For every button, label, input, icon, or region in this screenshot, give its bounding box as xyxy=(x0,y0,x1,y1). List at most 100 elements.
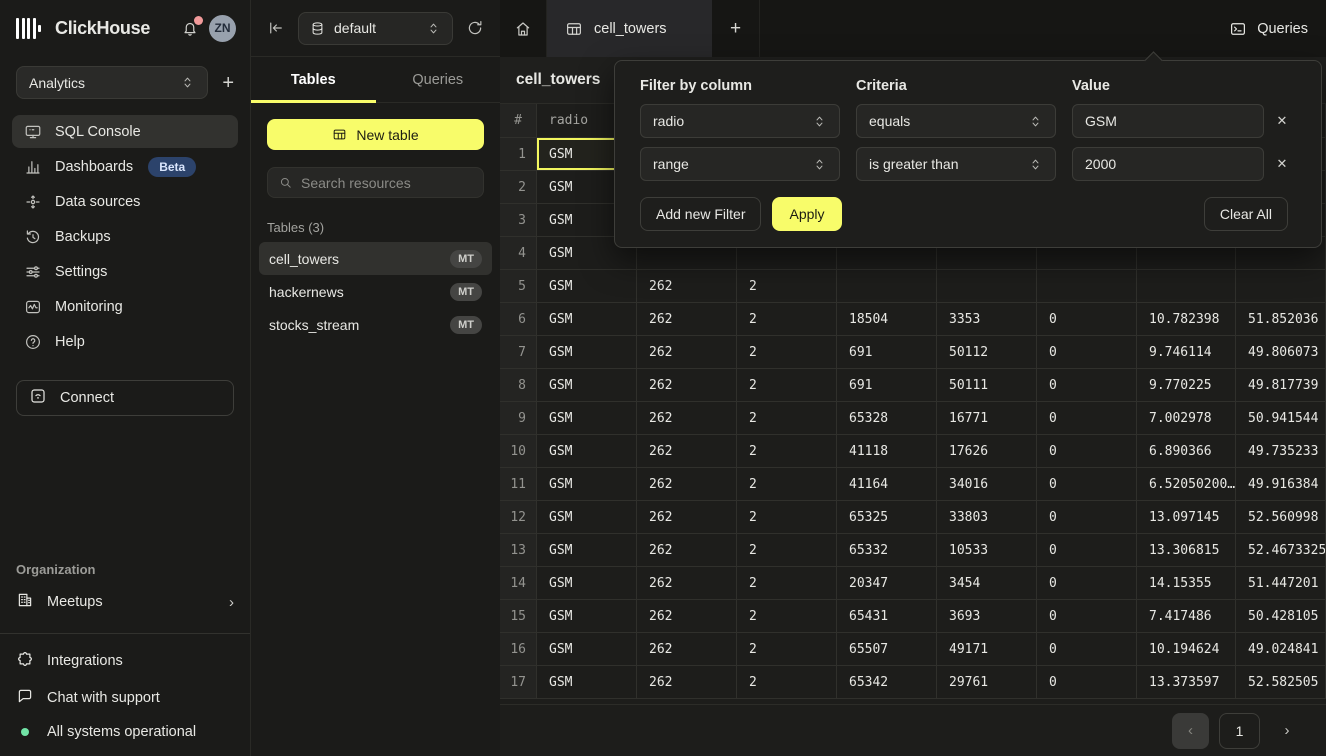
table-cell[interactable]: GSM xyxy=(537,270,637,303)
sidebar-item-chat-support[interactable]: Chat with support xyxy=(16,687,234,709)
table-cell[interactable]: 52.4673325 xyxy=(1236,534,1326,567)
table-cell[interactable]: 65342 xyxy=(837,666,937,699)
table-cell[interactable]: 262 xyxy=(637,666,737,699)
add-workspace-button[interactable]: + xyxy=(222,73,234,93)
table-cell[interactable]: 14.15355 xyxy=(1137,567,1236,600)
table-cell[interactable]: 13.097145 xyxy=(1137,501,1236,534)
table-cell[interactable]: 49.817739 xyxy=(1236,369,1326,402)
table-cell[interactable]: GSM xyxy=(537,336,637,369)
table-cell[interactable]: 2 xyxy=(737,600,837,633)
table-item-hackernews[interactable]: hackernews MT xyxy=(259,275,492,308)
table-cell[interactable]: 3454 xyxy=(937,567,1037,600)
remove-filter-icon[interactable]: ✕ xyxy=(1267,113,1297,129)
table-cell[interactable]: 2 xyxy=(737,336,837,369)
table-cell[interactable]: 29761 xyxy=(937,666,1037,699)
table-cell[interactable]: 50.428105 xyxy=(1236,600,1326,633)
table-cell[interactable]: 7.417486 xyxy=(1137,600,1236,633)
table-cell[interactable] xyxy=(1037,270,1137,303)
table-cell[interactable]: 33803 xyxy=(937,501,1037,534)
table-cell[interactable]: 2 xyxy=(737,567,837,600)
table-cell[interactable]: GSM xyxy=(537,435,637,468)
notifications-bell-icon[interactable] xyxy=(181,19,199,37)
table-cell[interactable]: 65332 xyxy=(837,534,937,567)
system-status[interactable]: All systems operational xyxy=(16,724,234,740)
sidebar-item-data-sources[interactable]: Data sources xyxy=(12,185,238,218)
table-cell[interactable]: 2 xyxy=(737,402,837,435)
table-cell[interactable]: 262 xyxy=(637,534,737,567)
table-cell[interactable]: GSM xyxy=(537,600,637,633)
table-cell[interactable]: 7.002978 xyxy=(1137,402,1236,435)
next-page-button[interactable]: › xyxy=(1270,722,1304,739)
apply-filter-button[interactable]: Apply xyxy=(772,197,841,231)
filter-criteria-select[interactable]: is greater than xyxy=(856,147,1056,181)
sidebar-item-sql-console[interactable]: SQL Console xyxy=(12,115,238,148)
table-cell[interactable]: 0 xyxy=(1037,567,1137,600)
refresh-tables-icon[interactable] xyxy=(466,19,484,37)
table-cell[interactable]: 0 xyxy=(1037,534,1137,567)
filter-column-select[interactable]: radio xyxy=(640,104,840,138)
table-cell[interactable]: 10.194624 xyxy=(1137,633,1236,666)
table-cell[interactable]: 262 xyxy=(637,303,737,336)
clear-all-filters-button[interactable]: Clear All xyxy=(1204,197,1288,231)
table-cell[interactable]: 41164 xyxy=(837,468,937,501)
table-cell[interactable]: 691 xyxy=(837,336,937,369)
table-cell[interactable]: 0 xyxy=(1037,633,1137,666)
table-cell[interactable]: GSM xyxy=(537,633,637,666)
table-cell[interactable] xyxy=(1236,270,1326,303)
table-cell[interactable]: 17626 xyxy=(937,435,1037,468)
filter-value-input[interactable] xyxy=(1072,104,1264,138)
table-cell[interactable]: 2 xyxy=(737,534,837,567)
table-cell[interactable]: 6.52050200… xyxy=(1137,468,1236,501)
search-input[interactable] xyxy=(301,175,473,191)
table-item-stocks-stream[interactable]: stocks_stream MT xyxy=(259,308,492,341)
table-cell[interactable]: 9.770225 xyxy=(1137,369,1236,402)
table-cell[interactable]: 52.560998 xyxy=(1236,501,1326,534)
remove-filter-icon[interactable]: ✕ xyxy=(1267,156,1297,172)
table-cell[interactable]: 0 xyxy=(1037,435,1137,468)
table-cell[interactable]: 262 xyxy=(637,468,737,501)
table-cell[interactable]: 262 xyxy=(637,567,737,600)
table-cell[interactable]: 0 xyxy=(1037,468,1137,501)
add-new-filter-button[interactable]: Add new Filter xyxy=(640,197,761,231)
table-cell[interactable]: 262 xyxy=(637,369,737,402)
table-cell[interactable]: 2 xyxy=(737,501,837,534)
table-cell[interactable]: 10.782398 xyxy=(1137,303,1236,336)
table-cell[interactable] xyxy=(937,270,1037,303)
table-cell[interactable]: 16771 xyxy=(937,402,1037,435)
table-cell[interactable]: 65507 xyxy=(837,633,937,666)
table-cell[interactable]: 20347 xyxy=(837,567,937,600)
new-table-button[interactable]: New table xyxy=(267,119,484,150)
table-cell[interactable]: 49.916384 xyxy=(1236,468,1326,501)
search-resources[interactable] xyxy=(267,167,484,198)
sidebar-item-meetups[interactable]: Meetups › xyxy=(16,585,234,619)
sidebar-item-monitoring[interactable]: Monitoring xyxy=(12,290,238,323)
table-cell[interactable]: 34016 xyxy=(937,468,1037,501)
table-cell[interactable]: GSM xyxy=(537,468,637,501)
table-cell[interactable]: 0 xyxy=(1037,666,1137,699)
collapse-sidebar-icon[interactable] xyxy=(267,19,285,37)
queries-button[interactable]: Queries xyxy=(1211,0,1326,57)
table-cell[interactable]: GSM xyxy=(537,501,637,534)
table-cell[interactable]: 65328 xyxy=(837,402,937,435)
open-tab-cell-towers[interactable]: cell_towers xyxy=(547,0,712,57)
table-cell[interactable]: 2 xyxy=(737,435,837,468)
table-cell[interactable]: 262 xyxy=(637,600,737,633)
table-cell[interactable]: 0 xyxy=(1037,600,1137,633)
table-cell[interactable]: 65431 xyxy=(837,600,937,633)
table-cell[interactable]: 262 xyxy=(637,435,737,468)
table-cell[interactable]: 51.447201 xyxy=(1236,567,1326,600)
table-cell[interactable] xyxy=(837,270,937,303)
table-item-cell-towers[interactable]: cell_towers MT xyxy=(259,242,492,275)
table-cell[interactable]: 2 xyxy=(737,270,837,303)
table-cell[interactable]: 0 xyxy=(1037,501,1137,534)
sidebar-item-help[interactable]: Help xyxy=(12,325,238,358)
sidebar-item-backups[interactable]: Backups xyxy=(12,220,238,253)
table-cell[interactable]: 2 xyxy=(737,303,837,336)
tab-tables[interactable]: Tables xyxy=(251,57,376,102)
filter-value-input[interactable] xyxy=(1072,147,1264,181)
table-cell[interactable]: 3693 xyxy=(937,600,1037,633)
table-cell[interactable]: 13.306815 xyxy=(1137,534,1236,567)
table-cell[interactable]: GSM xyxy=(537,402,637,435)
workspace-select[interactable]: Analytics xyxy=(16,66,208,99)
table-cell[interactable]: GSM xyxy=(537,666,637,699)
